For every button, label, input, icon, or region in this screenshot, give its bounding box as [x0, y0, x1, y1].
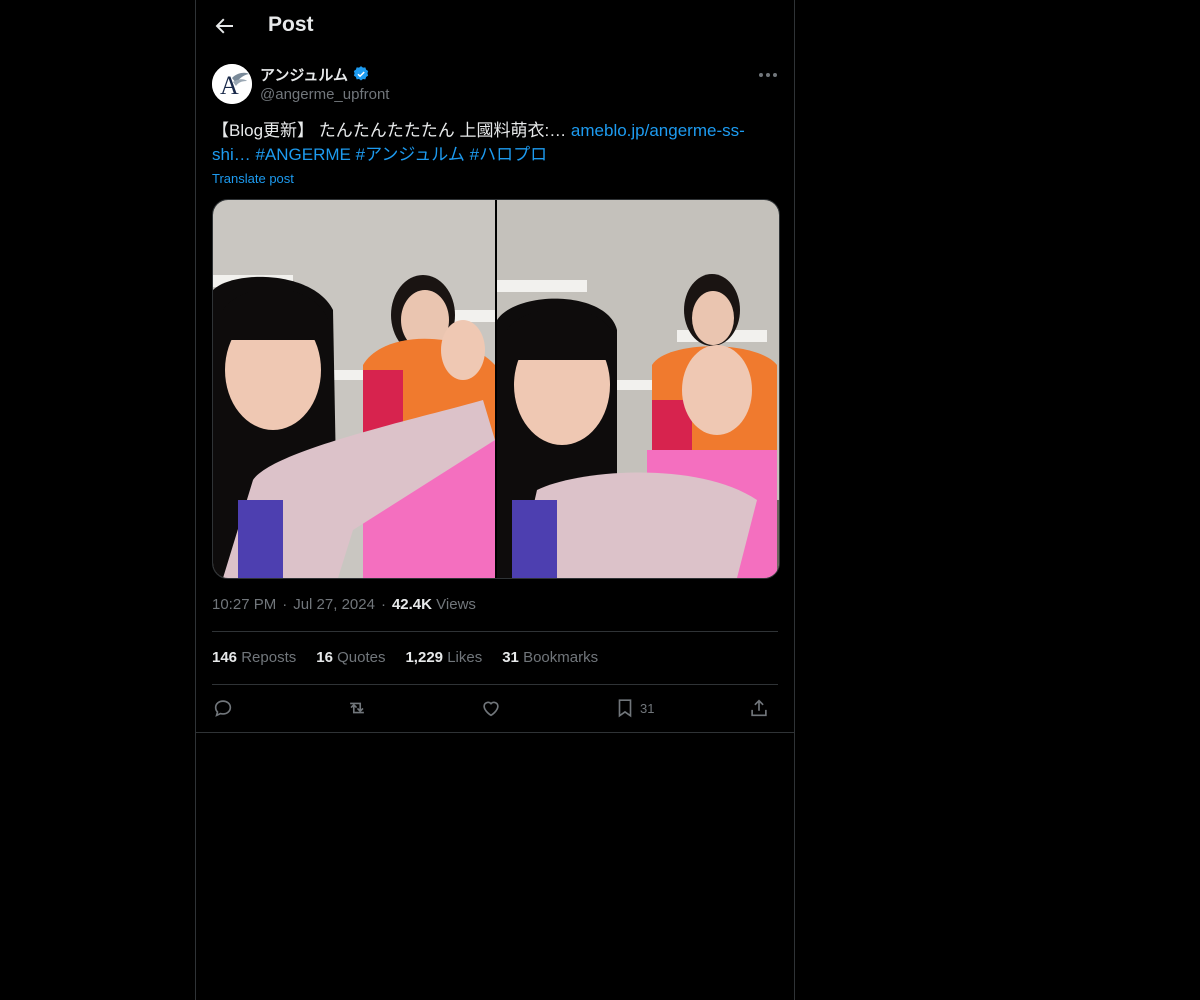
avatar-logo: A	[212, 64, 252, 104]
photo-1[interactable]	[213, 200, 495, 578]
photo-2-image	[497, 200, 779, 578]
hashtag-angerme-jp[interactable]: #アンジュルム	[356, 145, 465, 164]
avatar[interactable]: A	[212, 64, 252, 104]
like-icon	[483, 701, 499, 717]
engagement-stats: 146 Reposts 16 Quotes 1,229 Likes 31 Boo…	[212, 649, 598, 666]
meta-separator: ·	[282, 596, 288, 613]
media-grid	[212, 199, 780, 579]
like-button[interactable]	[480, 694, 502, 722]
verified-badge-icon	[353, 66, 369, 81]
hashtag-haropro[interactable]: #ハロプロ	[470, 145, 547, 164]
share-icon	[751, 699, 767, 717]
author-handle[interactable]: @angerme_upfront	[260, 86, 389, 103]
bookmarks-label: Bookmarks	[523, 649, 599, 666]
stat-bookmarks[interactable]: 31 Bookmarks	[502, 649, 598, 666]
stat-quotes[interactable]: 16 Quotes	[316, 649, 385, 666]
quotes-count: 16	[316, 649, 333, 666]
reply-button[interactable]	[212, 694, 234, 722]
stat-reposts[interactable]: 146 Reposts	[212, 649, 296, 666]
views-count: 42.4K	[391, 596, 432, 613]
post-text: 【Blog更新】 たんたんたたたん 上國料萌衣:… ameblo.jp/ange…	[212, 119, 778, 167]
back-arrow-icon	[215, 18, 233, 34]
repost-icon	[350, 702, 364, 714]
likes-count: 1,229	[405, 649, 444, 666]
translate-post-link[interactable]: Translate post	[212, 171, 294, 186]
share-button[interactable]	[748, 694, 770, 722]
more-options-button[interactable]	[756, 64, 780, 86]
bookmarks-count: 31	[502, 649, 519, 666]
post-views: 42.4K Views	[392, 596, 476, 613]
action-bar: 31	[212, 694, 778, 722]
post-text-prefix: 【Blog更新】 たんたんたたたん 上國料萌衣:…	[212, 121, 571, 140]
reposts-count: 146	[212, 649, 238, 666]
divider	[212, 684, 778, 685]
reply-icon	[214, 700, 232, 717]
divider	[212, 631, 778, 632]
page-title: Post	[268, 13, 314, 36]
bookmark-count: 31	[640, 700, 655, 716]
post-date[interactable]: Jul 27, 2024	[293, 596, 375, 613]
photo-1-image	[213, 200, 495, 578]
more-icon	[759, 73, 777, 77]
post-column: Post A アンジュルム @angerme_upfront 【Blog更新】 …	[195, 0, 795, 1000]
post-time[interactable]: 10:27 PM	[212, 596, 276, 613]
back-button[interactable]	[212, 14, 236, 38]
quotes-label: Quotes	[337, 649, 386, 666]
author-name-row[interactable]: アンジュルム	[260, 64, 370, 84]
likes-label: Likes	[447, 649, 483, 666]
reposts-label: Reposts	[241, 649, 297, 666]
post-bottom-border	[196, 732, 794, 733]
meta-separator: ·	[380, 596, 386, 613]
hashtag-angerme[interactable]: #ANGERME	[255, 145, 350, 164]
views-label: Views	[436, 596, 476, 613]
repost-button[interactable]	[346, 694, 368, 722]
post-meta: 10:27 PM · Jul 27, 2024 · 42.4K Views	[212, 596, 476, 613]
stat-likes[interactable]: 1,229 Likes	[405, 649, 482, 666]
header-bar: Post	[196, 0, 794, 54]
author-name[interactable]: アンジュルム	[260, 64, 348, 85]
bookmark-icon	[618, 699, 632, 718]
photo-2[interactable]	[495, 200, 779, 578]
bookmark-button[interactable]: 31	[614, 694, 654, 722]
